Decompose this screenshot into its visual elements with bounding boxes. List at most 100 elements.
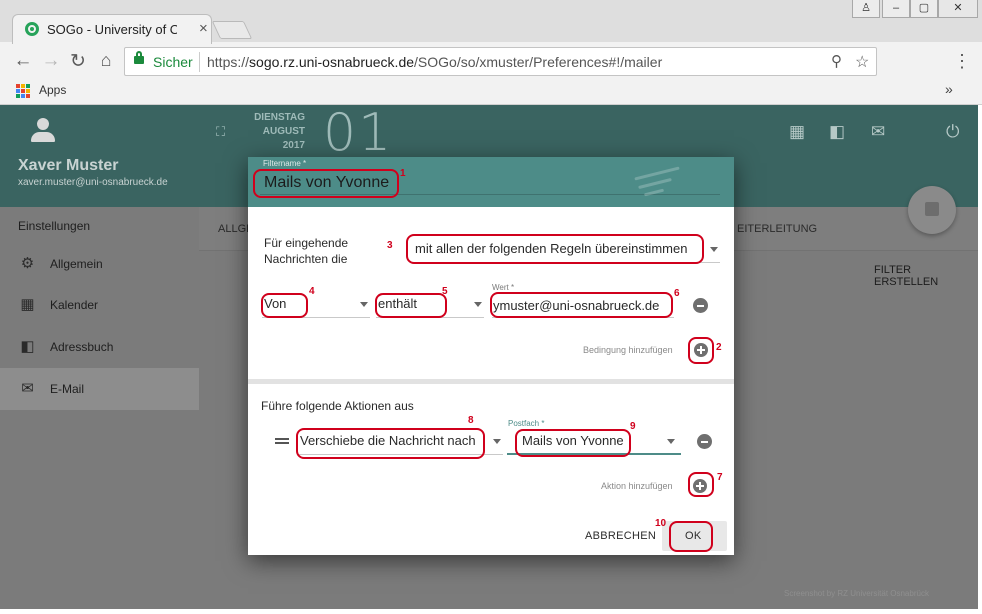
screenshot-credit: Screenshot by RZ Universität Osnabrück bbox=[784, 589, 929, 598]
url-host: sogo.rz.uni-osnabrueck.de bbox=[249, 54, 415, 70]
home-icon[interactable]: ⌂ bbox=[95, 50, 117, 71]
annotation-box-3 bbox=[406, 234, 704, 264]
user-panel: Xaver Muster xaver.muster@uni-osnabrueck… bbox=[0, 105, 199, 207]
url-path: /SOGo/so/xmuster/Preferences#!/mailer bbox=[414, 54, 663, 70]
annotation-box-4 bbox=[261, 293, 308, 318]
create-filter-button[interactable]: FILTER ERSTELLEN bbox=[874, 264, 978, 288]
apps-grid-icon[interactable] bbox=[16, 84, 30, 98]
mail-icon: ✉ bbox=[21, 380, 34, 397]
save-icon bbox=[925, 202, 939, 216]
minimize-button[interactable]: – bbox=[882, 0, 910, 18]
annotation-number-2: 2 bbox=[716, 342, 722, 353]
close-window-button[interactable]: ✕ bbox=[938, 0, 978, 18]
reload-icon[interactable]: ↻ bbox=[67, 50, 89, 73]
mail-icon[interactable]: ✉ bbox=[871, 122, 885, 142]
apps-bookmark[interactable]: Apps bbox=[39, 83, 66, 97]
drag-handle-icon[interactable] bbox=[275, 438, 289, 444]
sidebar-item-email[interactable]: ✉ E-Mail bbox=[0, 368, 199, 410]
incoming-label-line2: Nachrichten die bbox=[264, 252, 348, 266]
incoming-label-line1: Für eingehende bbox=[264, 236, 349, 250]
chevron-down-icon bbox=[474, 302, 482, 307]
annotation-box-1 bbox=[253, 169, 399, 198]
tab-strip: SOGo - University of Osnabrück × ♙ – ▢ ✕ bbox=[0, 0, 982, 44]
lock-icon bbox=[134, 51, 144, 64]
annotation-number-6: 6 bbox=[674, 288, 680, 299]
weekday: DIENSTAG bbox=[254, 112, 305, 123]
browser-tab[interactable]: SOGo - University of Osnabrück × bbox=[12, 14, 212, 44]
url-scheme: https:// bbox=[207, 54, 250, 70]
bookmarks-overflow-icon[interactable]: » bbox=[945, 81, 953, 97]
url-text: https://sogo.rz.uni-osnabrueck.de/SOGo/s… bbox=[207, 54, 662, 70]
bookmarks-bar: Apps » bbox=[0, 80, 982, 104]
user-email: xaver.muster@uni-osnabrueck.de bbox=[18, 177, 168, 188]
annotation-number-10: 10 bbox=[655, 518, 667, 529]
annotation-number-7: 7 bbox=[717, 472, 723, 483]
new-tab-button[interactable] bbox=[211, 21, 253, 39]
address-bar[interactable]: Sicher https://sogo.rz.uni-osnabrueck.de… bbox=[124, 47, 877, 76]
calendar-icon[interactable]: ▦ bbox=[789, 122, 805, 142]
url-separator bbox=[199, 52, 200, 72]
day-number: 01 bbox=[323, 105, 394, 163]
chevron-down-icon bbox=[667, 439, 675, 444]
avatar-icon bbox=[31, 118, 55, 144]
zoom-icon[interactable]: ⚲ bbox=[831, 52, 842, 70]
sidebar-item-label: Kalender bbox=[50, 298, 99, 312]
profile-button[interactable]: ♙ bbox=[852, 0, 880, 18]
annotation-box-5 bbox=[375, 293, 447, 318]
annotation-number-4: 4 bbox=[309, 286, 315, 297]
maximize-button[interactable]: ▢ bbox=[910, 0, 938, 18]
sidebar-item-kalender[interactable]: ▦ Kalender bbox=[0, 284, 199, 326]
browser-menu-icon[interactable]: ⋮ bbox=[953, 52, 971, 70]
cancel-button[interactable]: ABBRECHEN bbox=[585, 530, 656, 542]
gear-icon: ⚙ bbox=[20, 255, 35, 272]
tab-weiterleitung[interactable]: EITERLEITUNG bbox=[737, 223, 817, 235]
date-text: DIENSTAG AUGUST 2017 bbox=[249, 111, 305, 153]
contacts-icon: ◧ bbox=[20, 338, 35, 355]
user-name: Xaver Muster bbox=[18, 157, 119, 174]
annotation-number-9: 9 bbox=[630, 421, 636, 432]
settings-heading: Einstellungen bbox=[18, 219, 91, 233]
save-fab-button[interactable] bbox=[908, 186, 956, 234]
annotation-box-2 bbox=[688, 337, 714, 364]
remove-action-icon[interactable] bbox=[697, 434, 712, 449]
section-divider bbox=[248, 379, 734, 384]
actions-heading: Führe folgende Aktionen aus bbox=[261, 399, 414, 413]
annotation-number-5: 5 bbox=[442, 286, 448, 297]
bookmark-star-icon[interactable]: ☆ bbox=[855, 52, 869, 72]
sidebar-item-allgemein[interactable]: ⚙ Allgemein bbox=[0, 243, 199, 285]
annotation-number-3: 3 bbox=[387, 240, 393, 251]
fullscreen-icon[interactable]: ⛶ bbox=[216, 124, 225, 140]
sidebar-item-label: Adressbuch bbox=[50, 340, 114, 354]
logout-power-icon[interactable]: ⏻ bbox=[946, 122, 959, 142]
add-condition-label: Bedingung hinzufügen bbox=[583, 345, 673, 355]
contacts-icon[interactable]: ◧ bbox=[829, 122, 845, 142]
annotation-box-8 bbox=[296, 428, 485, 459]
sidebar-item-adressbuch[interactable]: ◧ Adressbuch bbox=[0, 326, 199, 368]
annotation-number-1: 1 bbox=[400, 168, 406, 179]
incoming-label: Für eingehende Nachrichten die bbox=[264, 235, 348, 267]
add-action-label: Aktion hinzufügen bbox=[601, 481, 673, 491]
value-label: Wert * bbox=[492, 283, 515, 292]
remove-condition-icon[interactable] bbox=[693, 298, 708, 313]
annotation-box-9 bbox=[515, 429, 631, 457]
sidebar: Xaver Muster xaver.muster@uni-osnabrueck… bbox=[0, 105, 199, 609]
browser-chrome: SOGo - University of Osnabrück × ♙ – ▢ ✕… bbox=[0, 0, 982, 105]
sidebar-item-label: Allgemein bbox=[50, 257, 103, 271]
chevron-down-icon bbox=[710, 247, 718, 252]
forward-arrow-icon[interactable]: → bbox=[40, 50, 62, 72]
annotation-number-8: 8 bbox=[468, 415, 474, 426]
chevron-down-icon bbox=[493, 439, 501, 444]
filter-dialog: Filtername * Mails von Yvonne Für eingeh… bbox=[248, 157, 734, 555]
folder-label: Postfach * bbox=[508, 419, 545, 428]
tab-title: SOGo - University of Osnabrück bbox=[47, 22, 177, 37]
back-arrow-icon[interactable]: ← bbox=[12, 50, 34, 72]
browser-toolbar: ← → ↻ ⌂ Sicher https://sogo.rz.uni-osnab… bbox=[0, 44, 982, 80]
filter-decoration-icon bbox=[632, 162, 684, 198]
close-tab-icon[interactable]: × bbox=[199, 20, 208, 37]
sogo-favicon-icon bbox=[25, 22, 39, 36]
year: 2017 bbox=[282, 140, 305, 151]
annotation-box-6 bbox=[490, 292, 673, 318]
calendar-icon: ▦ bbox=[20, 296, 35, 313]
secure-label: Sicher bbox=[153, 54, 193, 70]
chevron-down-icon bbox=[360, 302, 368, 307]
